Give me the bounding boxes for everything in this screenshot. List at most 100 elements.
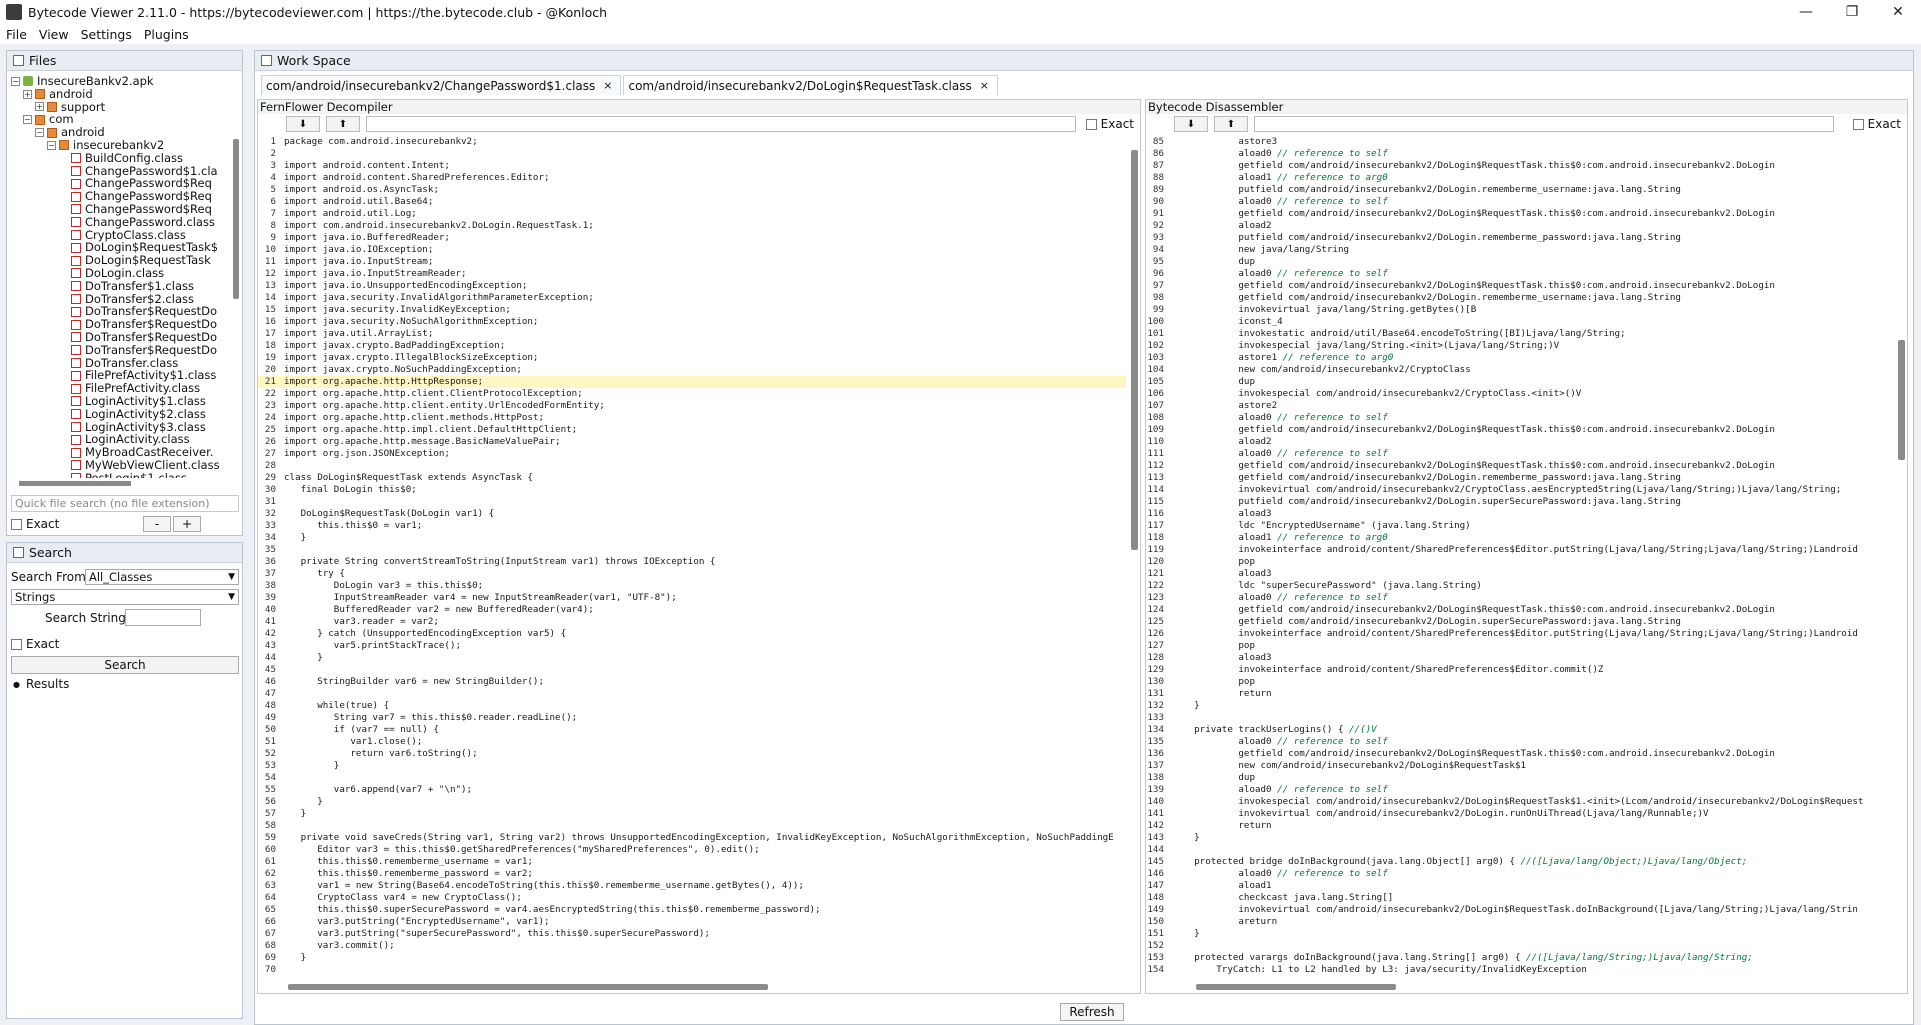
collapse-icon[interactable]: − bbox=[11, 76, 20, 86]
code-line[interactable]: 140 invokespecial com/android/insecureba… bbox=[1146, 796, 1893, 808]
code-line[interactable]: 139 aload0 // reference to self bbox=[1146, 784, 1893, 796]
code-line[interactable]: 55 var6.append(var7 + "\n"); bbox=[258, 784, 1126, 796]
code-line[interactable]: 35 bbox=[258, 544, 1126, 556]
code-line[interactable]: 4 import android.content.SharedPreference… bbox=[258, 172, 1126, 184]
code-line[interactable]: 19 import javax.crypto.IllegalBlockSizeEx… bbox=[258, 352, 1126, 364]
upload-icon[interactable]: ⬆ bbox=[326, 116, 360, 132]
code-line[interactable]: 150 areturn bbox=[1146, 916, 1893, 928]
code-line[interactable]: 24 import org.apache.http.client.methods.… bbox=[258, 412, 1126, 424]
code-line[interactable]: 27 import org.json.JSONException; bbox=[258, 448, 1126, 460]
code-line[interactable]: 50 if (var7 == null) { bbox=[258, 724, 1126, 736]
code-line[interactable]: 125 getfield com/android/insecurebankv2/… bbox=[1146, 616, 1893, 628]
code-line[interactable]: 9 import java.io.BufferedReader; bbox=[258, 232, 1126, 244]
code-line[interactable]: 115 putfield com/android/insecurebankv2/… bbox=[1146, 496, 1893, 508]
code-line[interactable]: 111 aload0 // reference to self bbox=[1146, 448, 1893, 460]
code-line[interactable]: 14 import java.security.InvalidAlgorithmP… bbox=[258, 292, 1126, 304]
code-line[interactable]: 6 import android.util.Base64; bbox=[258, 196, 1126, 208]
code-line[interactable]: 63 var1 = new String(Base64.encodeToStri… bbox=[258, 880, 1126, 892]
code-line[interactable]: 107 astore2 bbox=[1146, 400, 1893, 412]
code-line[interactable]: 21 import org.apache.http.HttpResponse; bbox=[258, 376, 1126, 388]
tree-item[interactable]: ChangePassword.class bbox=[11, 215, 233, 229]
tree-item[interactable]: LoginActivity$1.class bbox=[11, 395, 233, 408]
collapse-button[interactable]: - bbox=[143, 516, 171, 532]
upload-icon[interactable]: ⬆ bbox=[1214, 116, 1248, 132]
code-line[interactable]: 118 aload1 // reference to arg0 bbox=[1146, 532, 1893, 544]
code-line[interactable]: 103 astore1 // reference to arg0 bbox=[1146, 352, 1893, 364]
code-line[interactable]: 51 var1.close(); bbox=[258, 736, 1126, 748]
disassembler-vertical-scrollbar[interactable] bbox=[1898, 340, 1905, 460]
code-line[interactable]: 60 Editor var3 = this.this$0.getSharedPr… bbox=[258, 844, 1126, 856]
menu-view[interactable]: View bbox=[39, 27, 69, 42]
tree-item[interactable]: PostLogin$1.class bbox=[11, 471, 233, 478]
checkbox-icon[interactable] bbox=[11, 638, 22, 650]
code-line[interactable]: 116 aload3 bbox=[1146, 508, 1893, 520]
collapse-icon[interactable]: − bbox=[23, 115, 32, 125]
code-line[interactable]: 119 invokeinterface android/content/Shar… bbox=[1146, 544, 1893, 556]
code-line[interactable]: 58 bbox=[258, 820, 1126, 832]
checkbox-icon[interactable] bbox=[11, 518, 22, 530]
code-line[interactable]: 67 var3.putString("superSecurePassword",… bbox=[258, 928, 1126, 940]
code-line[interactable]: 42 } catch (UnsupportedEncodingException… bbox=[258, 628, 1126, 640]
code-line[interactable]: 128 aload3 bbox=[1146, 652, 1893, 664]
code-line[interactable]: 104 new com/android/insecurebankv2/Crypt… bbox=[1146, 364, 1893, 376]
code-line[interactable]: 34 } bbox=[258, 532, 1126, 544]
checkbox-icon[interactable] bbox=[1085, 118, 1097, 130]
code-line[interactable]: 152 bbox=[1146, 940, 1893, 952]
code-line[interactable]: 144 bbox=[1146, 844, 1893, 856]
disassembler-code-area[interactable]: 85 astore3 86 aload0 // reference to self… bbox=[1146, 136, 1893, 979]
code-line[interactable]: 20 import javax.crypto.NoSuchPaddingExcep… bbox=[258, 364, 1126, 376]
code-line[interactable]: 123 aload0 // reference to self bbox=[1146, 592, 1893, 604]
tree-item[interactable]: + android bbox=[11, 87, 233, 101]
maximize-icon[interactable]: ❐ bbox=[1829, 0, 1875, 24]
code-line[interactable]: 100 iconst_4 bbox=[1146, 316, 1893, 328]
code-line[interactable]: 44 } bbox=[258, 652, 1126, 664]
code-line[interactable]: 66 var3.putString("EncryptedUsername", v… bbox=[258, 916, 1126, 928]
tree-item[interactable]: DoTransfer$RequestDo bbox=[11, 331, 233, 344]
code-line[interactable]: 70 bbox=[258, 964, 1126, 976]
code-line[interactable]: 108 aload0 // reference to self bbox=[1146, 412, 1893, 424]
quick-file-search-input[interactable]: Quick file search (no file extension) bbox=[11, 495, 239, 512]
tree-item[interactable]: FilePrefActivity.class bbox=[11, 382, 233, 395]
code-line[interactable]: 135 aload0 // reference to self bbox=[1146, 736, 1893, 748]
code-line[interactable]: 101 invokestatic android/util/Base64.enc… bbox=[1146, 328, 1893, 340]
code-line[interactable]: 88 aload1 // reference to arg0 bbox=[1146, 172, 1893, 184]
code-line[interactable]: 105 dup bbox=[1146, 376, 1893, 388]
code-line[interactable]: 90 aload0 // reference to self bbox=[1146, 196, 1893, 208]
code-line[interactable]: 10 import java.io.IOException; bbox=[258, 244, 1126, 256]
code-line[interactable]: 30 final DoLogin this$0; bbox=[258, 484, 1126, 496]
code-line[interactable]: 5 import android.os.AsyncTask; bbox=[258, 184, 1126, 196]
minimize-icon[interactable]: — bbox=[1783, 0, 1829, 24]
code-line[interactable]: 133 bbox=[1146, 712, 1893, 724]
code-line[interactable]: 117 ldc "EncryptedUsername" (java.lang.S… bbox=[1146, 520, 1893, 532]
code-line[interactable]: 126 invokeinterface android/content/Shar… bbox=[1146, 628, 1893, 640]
code-line[interactable]: 7 import android.util.Log; bbox=[258, 208, 1126, 220]
code-line[interactable]: 86 aload0 // reference to self bbox=[1146, 148, 1893, 160]
code-line[interactable]: 69 } bbox=[258, 952, 1126, 964]
collapse-icon[interactable]: − bbox=[35, 128, 44, 138]
tab-changepassword[interactable]: com/android/insecurebankv2/ChangePasswor… bbox=[261, 75, 622, 95]
code-line[interactable]: 12 import java.io.InputStreamReader; bbox=[258, 268, 1126, 280]
code-line[interactable]: 112 getfield com/android/insecurebankv2/… bbox=[1146, 460, 1893, 472]
decompiler-find-input[interactable] bbox=[366, 116, 1076, 132]
tree-item[interactable]: + support bbox=[11, 100, 233, 114]
code-line[interactable]: 114 invokevirtual com/android/insecureba… bbox=[1146, 484, 1893, 496]
code-line[interactable]: 1 package com.android.insecurebankv2; bbox=[258, 136, 1126, 148]
tree-item[interactable]: MyBroadCastReceiver. bbox=[11, 446, 233, 459]
code-line[interactable]: 16 import java.security.NoSuchAlgorithmEx… bbox=[258, 316, 1126, 328]
code-line[interactable]: 8 import com.android.insecurebankv2.DoLog… bbox=[258, 220, 1126, 232]
checkbox-icon[interactable] bbox=[1852, 118, 1864, 130]
menu-plugins[interactable]: Plugins bbox=[144, 27, 189, 42]
download-icon[interactable]: ⬇ bbox=[1174, 116, 1208, 132]
code-line[interactable]: 96 aload0 // reference to self bbox=[1146, 268, 1893, 280]
tree-item[interactable]: MyWebViewClient.class bbox=[11, 459, 233, 472]
code-line[interactable]: 146 aload0 // reference to self bbox=[1146, 868, 1893, 880]
code-line[interactable]: 62 this.this$0.rememberme_password = var… bbox=[258, 868, 1126, 880]
code-line[interactable]: 121 aload3 bbox=[1146, 568, 1893, 580]
code-line[interactable]: 23 import org.apache.http.client.entity.U… bbox=[258, 400, 1126, 412]
tree-item[interactable]: − insecurebankv2 bbox=[11, 139, 233, 152]
tree-item[interactable]: − com bbox=[11, 113, 233, 126]
code-line[interactable]: 15 import java.security.InvalidKeyExcepti… bbox=[258, 304, 1126, 316]
code-line[interactable]: 3 import android.content.Intent; bbox=[258, 160, 1126, 172]
files-horizontal-scrollbar[interactable] bbox=[19, 481, 131, 486]
code-line[interactable]: 153 protected varargs doInBackground(jav… bbox=[1146, 952, 1893, 964]
